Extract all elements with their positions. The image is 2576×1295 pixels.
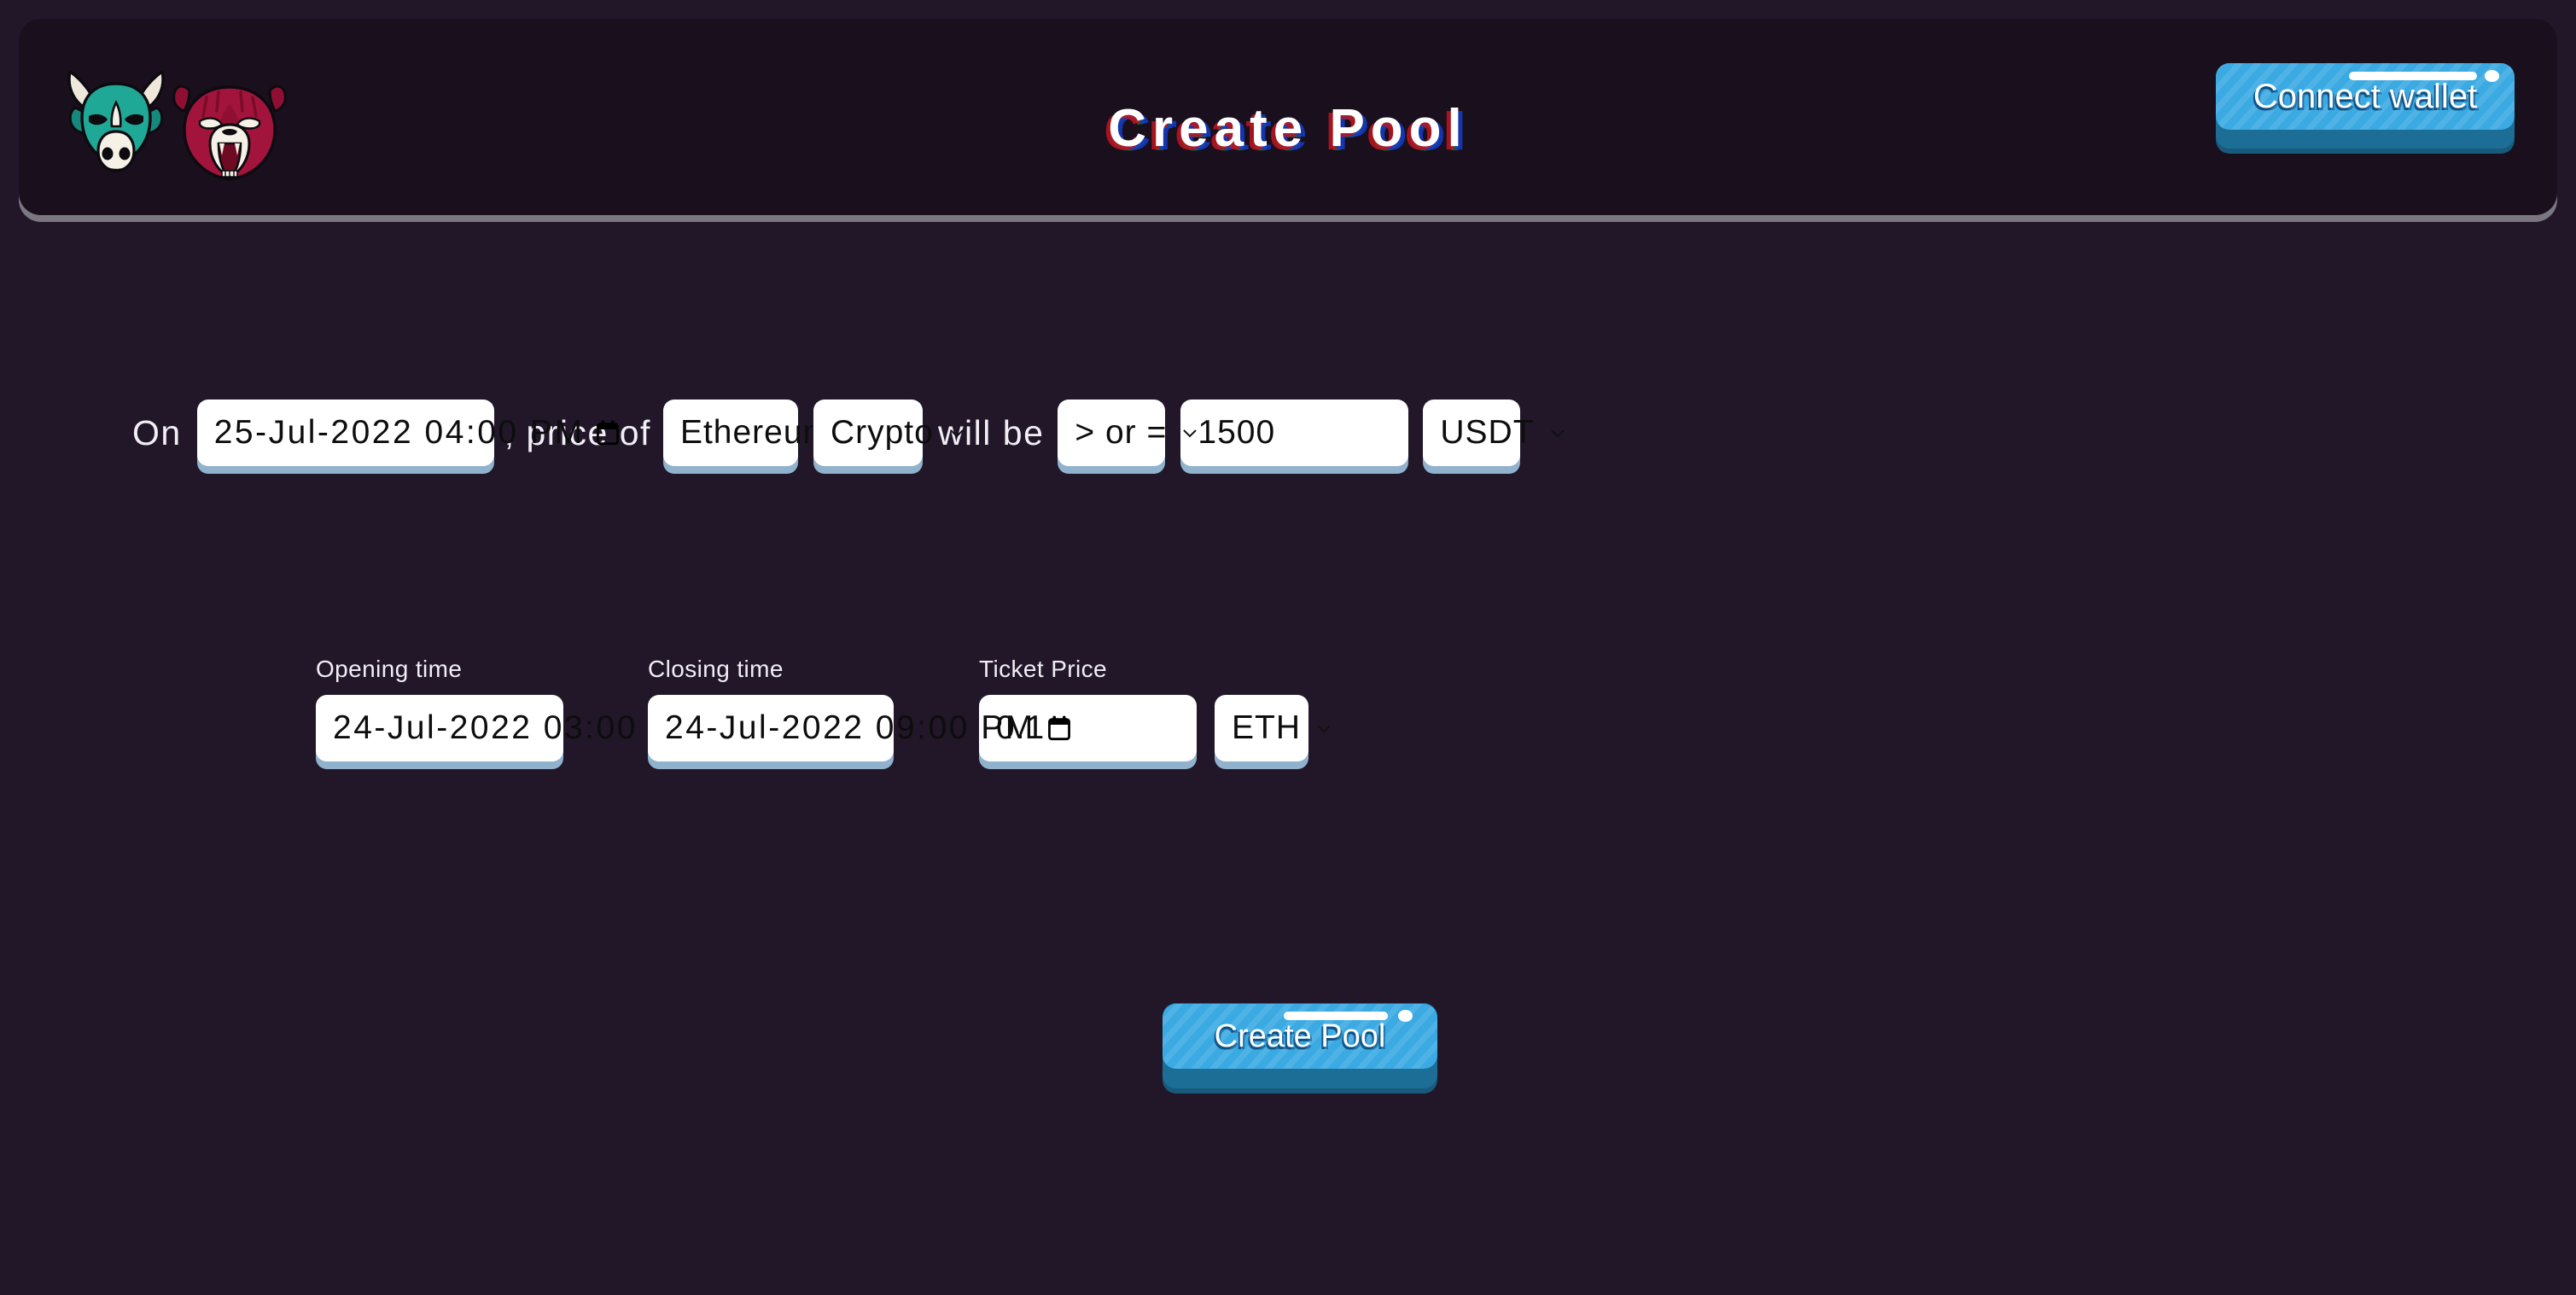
closing-time-row: 24-Jul-2022 09:00 PM [648,695,1070,761]
create-pool-label: Create Pool [1214,1018,1386,1054]
calendar-icon[interactable] [1047,715,1071,741]
ticket-currency-select[interactable]: ETH [1215,695,1331,761]
opening-time-label: Opening time [316,656,463,682]
app-header: Create Pool Connect wallet [19,19,2557,215]
quote-currency-value: USDT [1440,414,1535,451]
opening-time-input[interactable]: 24-Jul-2022 03:00 PM [316,695,738,761]
connect-wallet-face: Connect wallet [2216,63,2515,130]
target-price-input[interactable]: 1500 [1180,400,1409,466]
pool-settings-row: Opening time 24-Jul-2022 03:00 PM Closin… [0,657,2576,761]
quote-currency-select[interactable]: USDT [1423,400,1565,466]
opening-time-row: 24-Jul-2022 03:00 PM [316,695,738,761]
closing-time-input[interactable]: 24-Jul-2022 09:00 PM [648,695,1070,761]
asset-select-value: Ethereum [679,414,832,451]
operator-select-value: > or = [1075,414,1168,451]
app-root: Create Pool Connect wallet On 25-Jul-202… [0,0,2576,1295]
category-select-value: Crypto [830,414,934,451]
chevron-down-icon [947,423,966,442]
category-select[interactable]: Crypto [813,400,964,466]
create-pool-button[interactable]: Create Pool [1163,1003,1437,1088]
ticket-price-label: Ticket Price [979,656,1108,682]
pool-date-value: 25-Jul-2022 04:00 PM [213,414,585,451]
operator-select[interactable]: > or = [1058,400,1197,466]
connect-wallet-button[interactable]: Connect wallet [2216,63,2515,149]
closing-time-value: 24-Jul-2022 09:00 PM [665,709,1035,746]
ticket-currency-value: ETH [1232,709,1301,746]
connect-wallet-label: Connect wallet [2253,78,2478,115]
opening-time-group: Opening time 24-Jul-2022 03:00 PM [316,656,738,761]
on-label: On [132,412,182,452]
closing-time-group: Closing time 24-Jul-2022 09:00 PM [648,656,1070,761]
prediction-sentence-row: On 25-Jul-2022 04:00 PM , price of Ether… [0,377,2576,488]
pool-date-input[interactable]: 25-Jul-2022 04:00 PM [196,400,620,466]
page-title: Create Pool [1108,99,1468,158]
target-price-value: 1500 [1198,414,1276,451]
chevron-down-icon [1180,423,1199,442]
calendar-icon[interactable] [596,420,620,446]
chevron-down-icon [1548,423,1567,442]
create-pool-face: Create Pool [1163,1004,1437,1069]
chevron-down-icon [1314,719,1333,738]
asset-select[interactable]: Ethereum [662,400,861,466]
closing-time-label: Closing time [648,656,784,682]
